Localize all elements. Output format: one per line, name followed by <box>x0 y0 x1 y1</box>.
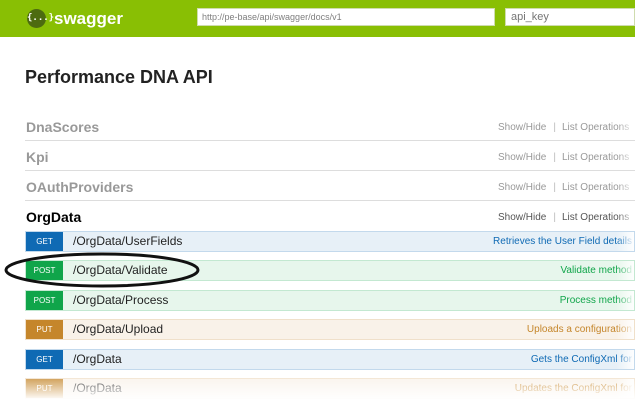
edge-fade <box>616 350 634 369</box>
method-badge-post: POST <box>26 291 63 310</box>
operation-post-validate[interactable]: POST /OrgData/Validate Validate method <box>25 260 635 281</box>
resource-name-dnascores[interactable]: DnaScores <box>26 118 99 136</box>
resource-divider <box>25 200 635 201</box>
operation-path[interactable]: /OrgData/Upload <box>73 322 163 337</box>
resource-divider <box>25 170 635 171</box>
page-title: Performance DNA API <box>25 67 213 87</box>
operation-get-orgdata[interactable]: GET /OrgData Gets the ConfigXml for <box>25 349 635 370</box>
resource-links: Show/Hide | List Operations <box>498 211 629 224</box>
resource-links: Show/Hide | List Operations <box>498 181 629 194</box>
operation-path[interactable]: /OrgData/UserFields <box>73 234 182 249</box>
resource-kpi: Kpi Show/Hide | List Operations <box>25 146 635 168</box>
edge-fade <box>616 320 634 339</box>
operation-post-process[interactable]: POST /OrgData/Process Process method <box>25 290 635 311</box>
method-badge-get: GET <box>26 232 63 251</box>
show-hide-link[interactable]: Show/Hide <box>498 122 546 133</box>
operation-get-userfields[interactable]: GET /OrgData/UserFields Retrieves the Us… <box>25 231 635 252</box>
resource-dnascores: DnaScores Show/Hide | List Operations <box>25 116 635 138</box>
api-key-input[interactable] <box>505 8 635 26</box>
resource-name-orgdata[interactable]: OrgData <box>26 208 81 226</box>
edge-fade <box>617 176 635 198</box>
edge-fade <box>616 261 634 280</box>
edge-fade <box>617 206 635 228</box>
api-url-input[interactable] <box>197 8 495 26</box>
resource-divider <box>25 140 635 141</box>
resource-oauthproviders: OAuthProviders Show/Hide | List Operations <box>25 176 635 198</box>
highlight-annotation <box>4 252 200 288</box>
link-separator: | <box>553 122 556 133</box>
method-badge-put: PUT <box>26 379 63 398</box>
link-separator: | <box>553 182 556 193</box>
edge-fade <box>617 116 635 138</box>
edge-fade <box>616 232 634 251</box>
method-badge-post: POST <box>26 261 63 280</box>
method-badge-get: GET <box>26 350 63 369</box>
edge-fade <box>616 379 634 398</box>
resource-orgdata: OrgData Show/Hide | List Operations <box>25 206 635 228</box>
swagger-logo-text: swagger <box>54 9 123 28</box>
link-separator: | <box>553 212 556 223</box>
operation-path[interactable]: /OrgData <box>73 352 122 367</box>
operation-summary: Updates the ConfigXml for <box>514 383 632 394</box>
show-hide-link[interactable]: Show/Hide <box>498 152 546 163</box>
operation-path[interactable]: /OrgData/Validate <box>73 263 168 278</box>
show-hide-link[interactable]: Show/Hide <box>498 212 546 223</box>
operation-put-upload[interactable]: PUT /OrgData/Upload Uploads a configurat… <box>25 319 635 340</box>
swagger-header: {...} swagger <box>0 0 635 37</box>
operation-path[interactable]: /OrgData/Process <box>73 293 168 308</box>
operation-summary: Retrieves the User Field details <box>493 236 632 247</box>
show-hide-link[interactable]: Show/Hide <box>498 182 546 193</box>
link-separator: | <box>553 152 556 163</box>
resource-name-oauthproviders[interactable]: OAuthProviders <box>26 178 133 196</box>
edge-fade <box>616 291 634 310</box>
resource-links: Show/Hide | List Operations <box>498 121 629 134</box>
operation-put-orgdata[interactable]: PUT /OrgData Updates the ConfigXml for <box>25 378 635 399</box>
method-badge-put: PUT <box>26 320 63 339</box>
resource-name-kpi[interactable]: Kpi <box>26 148 49 166</box>
swagger-logo-icon: {...} <box>27 9 54 28</box>
resource-links: Show/Hide | List Operations <box>498 151 629 164</box>
edge-fade <box>617 146 635 168</box>
operation-path[interactable]: /OrgData <box>73 381 122 396</box>
